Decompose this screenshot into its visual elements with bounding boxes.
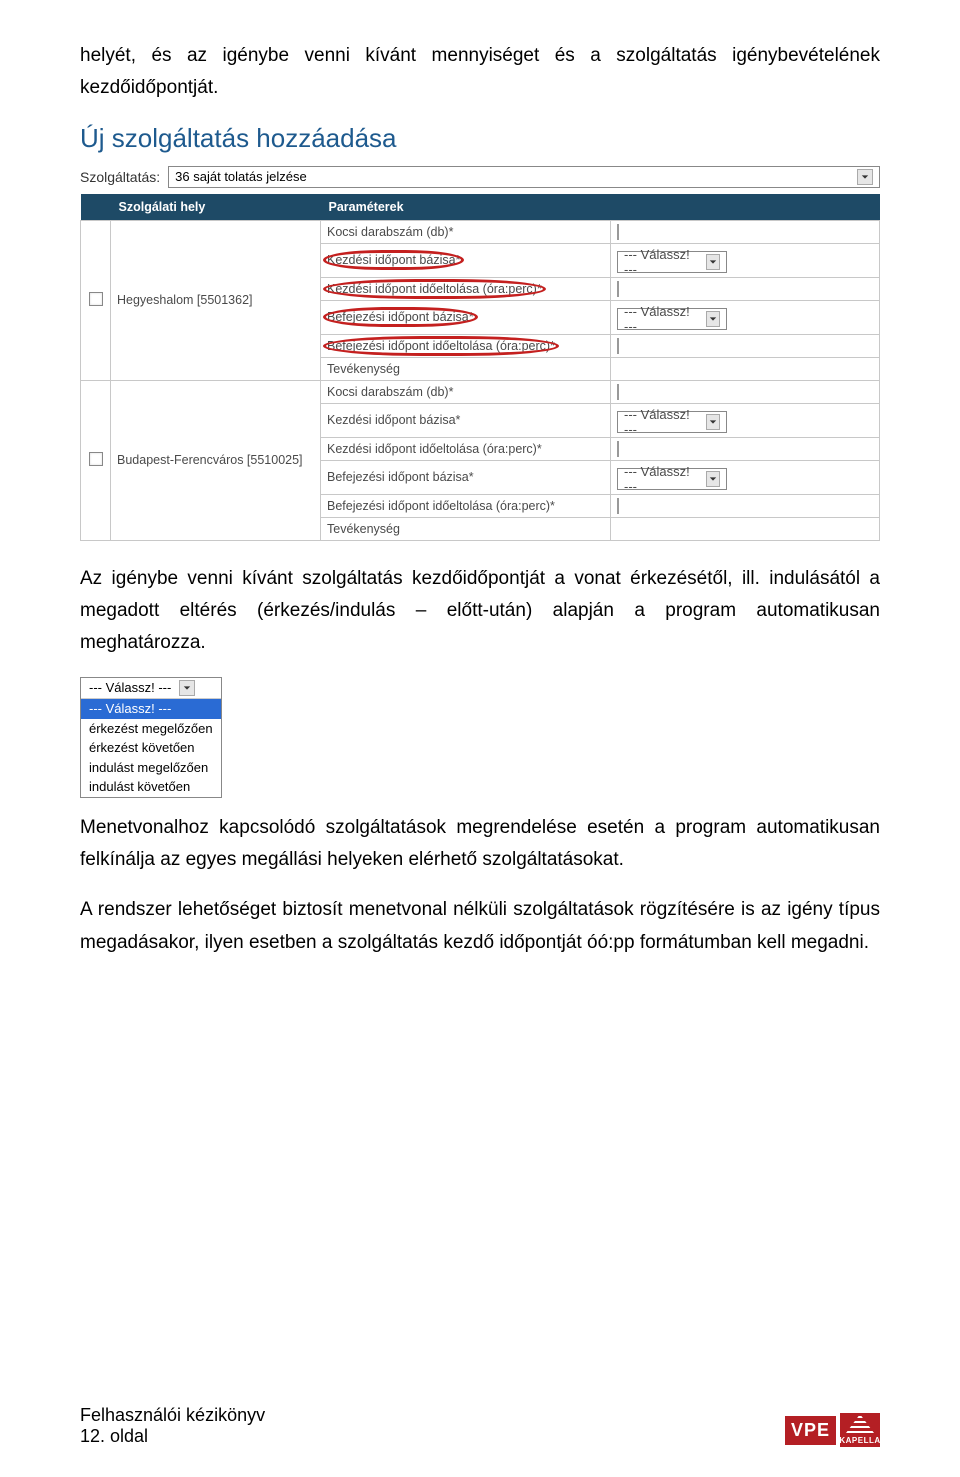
count-input[interactable] — [617, 224, 619, 240]
param-label: Kocsi darabszám (db)* — [321, 220, 611, 243]
table-row: Budapest-Ferencváros [5510025] Kocsi dar… — [81, 380, 880, 403]
logo-kapella-text: KAPELLA — [839, 1436, 880, 1445]
param-label: Befejezési időpont időeltolása (óra:perc… — [321, 494, 611, 517]
document-page: helyét, és az igénybe venni kívánt menny… — [0, 0, 960, 1477]
dropdown-option[interactable]: indulást követően — [81, 777, 221, 797]
checkbox[interactable] — [89, 452, 103, 466]
chevron-down-icon — [706, 254, 721, 270]
logo-vpe-text: VPE — [785, 1416, 836, 1445]
section-title: Új szolgáltatás hozzáadása — [80, 123, 880, 154]
location-cell: Hegyeshalom [5501362] — [111, 220, 321, 380]
header-params: Paraméterek — [321, 194, 880, 221]
dropdown-option[interactable]: érkezést követően — [81, 738, 221, 758]
count-input[interactable] — [617, 384, 619, 400]
select-value: --- Válassz! --- — [624, 304, 698, 334]
dropdown-expanded[interactable]: --- Válassz! --- --- Válassz! --- érkezé… — [80, 677, 222, 797]
param-label-highlight: Befejezési időpont időeltolása (óra:perc… — [327, 339, 555, 353]
checkbox[interactable] — [89, 292, 103, 306]
service-select[interactable]: 36 saját tolatás jelzése — [168, 166, 880, 188]
param-label: Kezdési időpont időeltolása (óra:perc)* — [321, 437, 611, 460]
offset-input[interactable] — [617, 441, 619, 457]
paragraph-3: Menetvonalhoz kapcsolódó szolgáltatások … — [80, 812, 880, 877]
chevron-down-icon — [706, 311, 721, 327]
offset-input[interactable] — [617, 498, 619, 514]
footer-left: Felhasználói kézikönyv 12. oldal — [80, 1405, 265, 1447]
dropdown-option[interactable]: érkezést megelőzően — [81, 719, 221, 739]
logo-tracks-icon: KAPELLA — [840, 1413, 880, 1447]
table-row: Hegyeshalom [5501362] Kocsi darabszám (d… — [81, 220, 880, 243]
offset-input[interactable] — [617, 281, 619, 297]
param-label: Tevékenység — [321, 357, 611, 380]
footer-doc-title: Felhasználói kézikönyv — [80, 1405, 265, 1426]
select-value: --- Válassz! --- — [624, 247, 698, 277]
param-label: Befejezési időpont bázisa* — [321, 460, 611, 494]
param-label: Tevékenység — [321, 517, 611, 540]
param-label: Kocsi darabszám (db)* — [321, 380, 611, 403]
chevron-down-icon — [857, 169, 873, 185]
service-select-value: 36 saját tolatás jelzése — [175, 169, 307, 184]
basis-select[interactable]: --- Válassz! --- — [617, 308, 727, 330]
offset-input[interactable] — [617, 338, 619, 354]
vpe-logo: VPE KAPELLA — [785, 1413, 880, 1447]
dropdown-current: --- Válassz! --- — [81, 678, 179, 698]
paragraph-2: Az igénybe venni kívánt szolgáltatás kez… — [80, 563, 880, 660]
dropdown-option-selected[interactable]: --- Válassz! --- — [81, 699, 221, 719]
chevron-down-icon — [706, 414, 721, 430]
paragraph-1: helyét, és az igénybe venni kívánt menny… — [80, 40, 880, 105]
location-cell: Budapest-Ferencváros [5510025] — [111, 380, 321, 540]
service-selector-row: Szolgáltatás: 36 saját tolatás jelzése — [80, 166, 880, 188]
paragraph-4: A rendszer lehetőséget biztosít menetvon… — [80, 894, 880, 959]
page-footer: Felhasználói kézikönyv 12. oldal VPE KAP… — [80, 1405, 880, 1447]
service-label: Szolgáltatás: — [80, 169, 160, 185]
select-value: --- Válassz! --- — [624, 464, 698, 494]
table-header: Szolgálati hely Paraméterek — [81, 194, 880, 221]
basis-select[interactable]: --- Válassz! --- — [617, 251, 727, 273]
param-label-highlight: Befejezési időpont bázisa* — [327, 310, 474, 324]
select-value: --- Válassz! --- — [624, 407, 698, 437]
param-label-highlight: Kezdési időpont időeltolása (óra:perc)* — [327, 282, 542, 296]
header-location: Szolgálati hely — [111, 194, 321, 221]
dropdown-option[interactable]: indulást megelőzően — [81, 758, 221, 778]
parameter-table: Szolgálati hely Paraméterek Hegyeshalom … — [80, 194, 880, 541]
param-label-highlight: Kezdési időpont bázisa* — [327, 253, 460, 267]
param-label: Kezdési időpont bázisa* — [321, 403, 611, 437]
chevron-down-icon — [706, 471, 721, 487]
dropdown-top: --- Válassz! --- — [81, 678, 221, 699]
footer-page-number: 12. oldal — [80, 1426, 265, 1447]
basis-select[interactable]: --- Válassz! --- — [617, 411, 727, 433]
basis-select[interactable]: --- Válassz! --- — [617, 468, 727, 490]
chevron-down-icon — [179, 680, 195, 696]
